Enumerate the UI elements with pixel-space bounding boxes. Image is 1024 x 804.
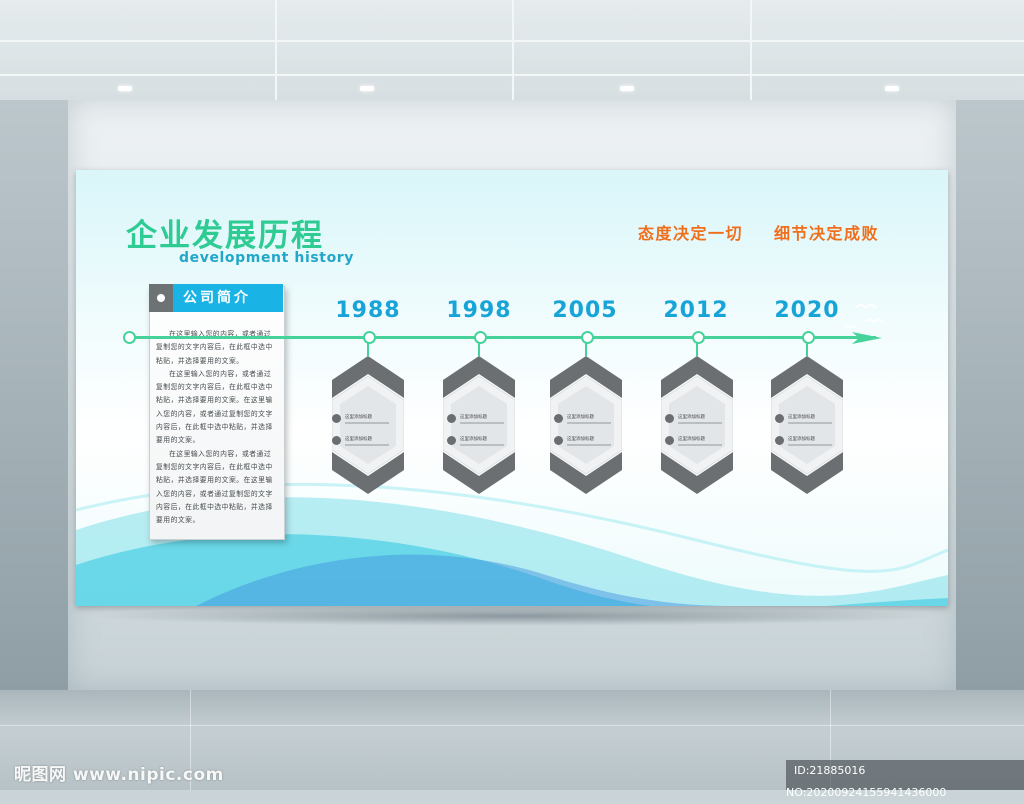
ceiling-light: [360, 86, 374, 91]
intro-paragraph: 在这里输入您的内容，或者通过复制您的文字内容后，在此框中选中粘贴，并选择要用的文…: [156, 449, 273, 525]
ceiling-light: [885, 86, 899, 91]
entry-title: 这里添加标题: [678, 437, 705, 442]
entry-description: [567, 422, 611, 424]
ceiling-line: [750, 0, 752, 100]
entry-title: 这里添加标题: [788, 437, 815, 442]
entry-title: 这里添加标题: [788, 415, 815, 420]
left-wall: [0, 100, 68, 690]
entry-description: [678, 444, 722, 446]
entry-title: 这里添加标题: [460, 437, 487, 442]
entry-title: 这里添加标题: [345, 437, 372, 442]
entry-title: 这里添加标题: [567, 437, 594, 442]
watermark-brand: 昵图网 www.nipic.com: [14, 765, 224, 785]
page-title: 企业发展历程: [126, 218, 324, 254]
entry-title: 这里添加标题: [345, 415, 372, 420]
company-intro-text: 在这里输入您的内容，或者通过复制您的文字内容后，在此框中选中粘贴，并选择要用的文…: [156, 328, 278, 527]
slogan-attitude: 态度决定一切: [638, 224, 744, 243]
slogan-details: 细节决定成败: [774, 224, 880, 243]
milestone-year: 1988: [335, 298, 401, 323]
timeline-axis: [131, 336, 876, 339]
ceiling-light: [118, 86, 132, 91]
timeline-board: 企业发展历程 development history 态度决定一切 细节决定成败…: [76, 170, 948, 606]
user-icon: [447, 436, 456, 445]
entry-description: [345, 444, 389, 446]
user-icon: [554, 436, 563, 445]
milestone-year: 2020: [774, 298, 840, 323]
entry-title: 这里添加标题: [678, 415, 705, 420]
entry-description: [567, 444, 611, 446]
ceiling-light: [620, 86, 634, 91]
user-icon: [775, 414, 784, 423]
entry-description: [678, 422, 722, 424]
board-shadow: [84, 606, 944, 626]
user-icon: [447, 414, 456, 423]
entry-title: 这里添加标题: [567, 415, 594, 420]
watermark-id: ID:21885016 NO:20200924155941436000: [786, 760, 1024, 799]
user-icon: [775, 436, 784, 445]
user-icon: [332, 414, 341, 423]
intro-paragraph: 在这里输入您的内容，或者通过复制您的文字内容后，在此框中选中粘贴，并选择要用的文…: [156, 330, 273, 365]
pin-icon: [157, 294, 165, 302]
milestone-year: 2012: [663, 298, 729, 323]
page-subtitle: development history: [179, 250, 355, 266]
entry-description: [788, 422, 832, 424]
entry-description: [345, 422, 389, 424]
user-icon: [665, 436, 674, 445]
user-icon: [554, 414, 563, 423]
entry-description: [788, 444, 832, 446]
right-wall: [956, 100, 1024, 690]
milestone-year: 1998: [446, 298, 512, 323]
user-icon: [665, 414, 674, 423]
ceiling-line: [275, 0, 277, 100]
user-icon: [332, 436, 341, 445]
entry-title: 这里添加标题: [460, 415, 487, 420]
floor-seam: [0, 725, 1024, 726]
ceiling-line: [512, 0, 514, 100]
entry-description: [460, 444, 504, 446]
timeline-start-dot: [123, 331, 136, 344]
milestone-year: 2005: [552, 298, 618, 323]
intro-paragraph: 在这里输入您的内容，或者通过复制您的文字内容后，在此框中选中粘贴，并选择要用的文…: [156, 369, 273, 445]
entry-description: [460, 422, 504, 424]
company-intro-heading: 公司简介: [173, 284, 283, 312]
